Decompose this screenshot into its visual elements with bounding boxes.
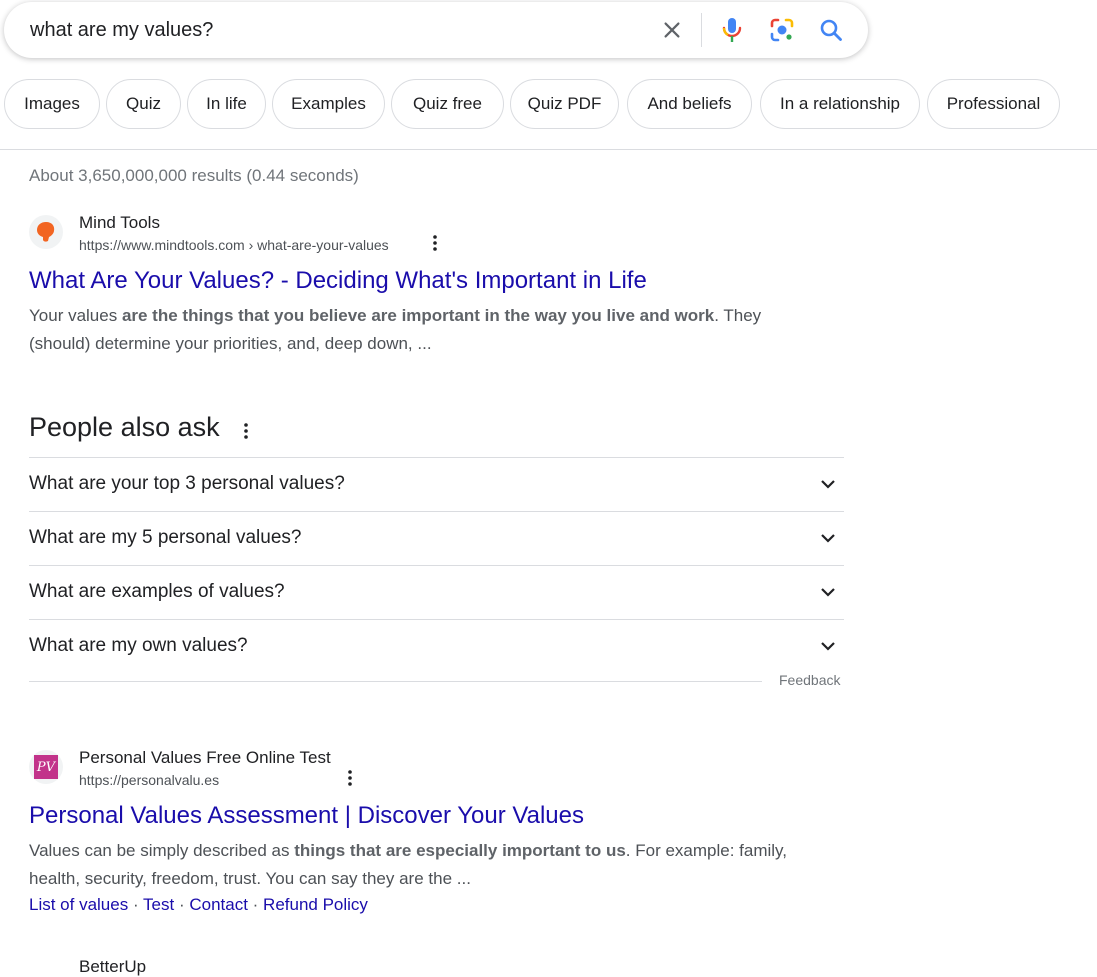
sitelink-test[interactable]: Test [143,895,174,914]
result-options-button[interactable] [425,233,445,253]
sitelink-contact[interactable]: Contact [189,895,248,914]
paa-question[interactable]: What are my own values? [29,619,844,673]
chevron-down-icon [818,636,838,656]
snippet-emphasis: are the things that you believe are impo… [121,306,715,325]
sitelink-separator: · [174,895,190,914]
paa-question-text: What are examples of values? [29,581,285,602]
search-result: Mind Tools https://www.mindtools.com › w… [29,213,789,363]
snippet-text: Values can be simply described as [29,841,295,860]
search-icon [820,19,842,41]
result-options-button[interactable] [340,768,360,788]
paa-question-text: What are my 5 personal values? [29,527,302,548]
chip-professional[interactable]: Professional [927,79,1060,129]
paa-divider [29,681,762,682]
chip-in-a-relationship[interactable]: In a relationship [760,79,920,129]
more-vert-icon [433,235,437,251]
search-divider [701,13,702,47]
partial-next-result: BetterUp [79,957,147,976]
sitelink-separator: · [128,895,144,914]
mindtools-logo-icon [37,222,55,242]
sitelink-refund-policy[interactable]: Refund Policy [263,895,368,914]
search-bar[interactable]: what are my values? [4,2,868,58]
result-snippet: Your values are the things that you beli… [29,302,789,358]
site-url[interactable]: https://personalvalu.es [79,772,219,788]
favicon-text: PV [36,759,56,775]
site-favicon [29,215,63,249]
snippet-text: Your values [29,306,122,325]
site-name: Mind Tools [79,213,160,232]
camera-lens-icon [770,18,794,42]
sitelink-list-of-values[interactable]: List of values [29,895,128,914]
chip-quiz-pdf[interactable]: Quiz PDF [510,79,619,129]
snippet-emphasis: things that are especially important to … [294,841,626,860]
site-name: Personal Values Free Online Test [79,748,331,767]
chip-in-life[interactable]: In life [187,79,266,129]
chip-images[interactable]: Images [4,79,100,129]
lens-search-button[interactable] [766,14,798,46]
chip-quiz-free[interactable]: Quiz free [391,79,504,129]
microphone-icon [722,18,742,42]
close-icon [664,22,680,38]
chevron-down-icon [818,474,838,494]
sitelink-separator: · [247,895,264,914]
result-stats: About 3,650,000,000 results (0.44 second… [29,166,359,185]
sitelinks: List of values · Test · Contact · Refund… [29,895,368,915]
more-vert-icon [244,423,248,439]
pv-logo-icon: PV [34,755,58,779]
more-vert-icon [348,770,352,786]
result-snippet: Values can be simply described as things… [29,837,789,893]
paa-question[interactable]: What are examples of values? [29,565,844,619]
search-result: PV Personal Values Free Online Test http… [29,748,789,923]
result-title-link[interactable]: Personal Values Assessment | Discover Yo… [29,802,584,830]
paa-options-button[interactable] [236,420,256,442]
paa-question[interactable]: What are my 5 personal values? [29,511,844,565]
clear-search-button[interactable] [656,14,688,46]
chip-examples[interactable]: Examples [272,79,385,129]
result-title-link[interactable]: What Are Your Values? - Deciding What's … [29,267,647,295]
chevron-down-icon [818,528,838,548]
header-divider [0,149,1097,150]
paa-question-text: What are your top 3 personal values? [29,473,345,494]
voice-search-button[interactable] [716,14,748,46]
site-url[interactable]: https://www.mindtools.com › what-are-you… [79,237,389,253]
chip-quiz[interactable]: Quiz [106,79,181,129]
site-favicon: PV [29,750,63,784]
people-also-ask-title: People also ask [29,412,220,442]
search-input[interactable]: what are my values? [30,18,213,42]
feedback-link[interactable]: Feedback [779,672,840,688]
chevron-down-icon [818,582,838,602]
paa-question[interactable]: What are your top 3 personal values? [29,457,844,511]
paa-question-text: What are my own values? [29,635,248,656]
chip-and-beliefs[interactable]: And beliefs [627,79,752,129]
search-button[interactable] [815,14,847,46]
people-also-ask-list: What are your top 3 personal values? Wha… [29,457,844,673]
